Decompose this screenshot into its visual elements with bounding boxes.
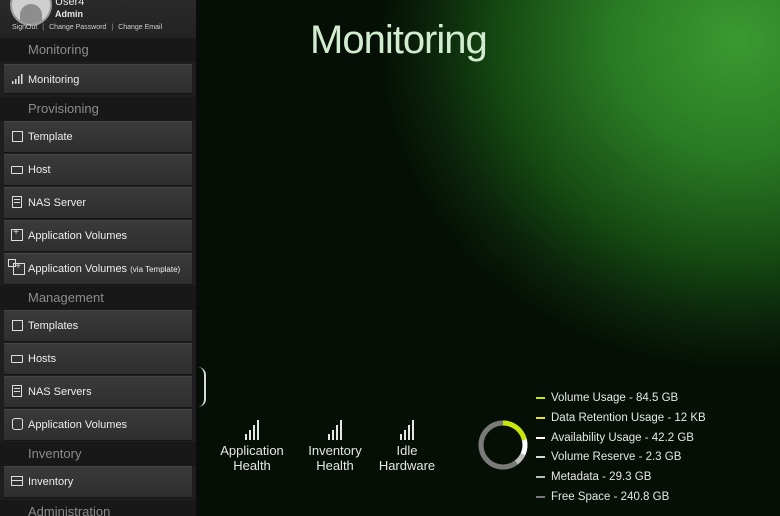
template-icon	[11, 319, 23, 331]
sidebar-item-application-volumes[interactable]: Application Volumes	[4, 220, 192, 252]
legend-swatch	[536, 416, 545, 419]
sidebar-item-label: Application Volumes (via Template)	[28, 263, 181, 275]
tile-label-2: Hardware	[378, 458, 436, 473]
sidebar-item-monitoring[interactable]: Monitoring	[4, 64, 192, 94]
template-icon	[11, 130, 23, 142]
signal-bars-icon	[218, 418, 286, 440]
user-role: Admin	[55, 9, 83, 19]
sidebar-item-hosts[interactable]: Hosts	[4, 343, 192, 375]
legend-swatch	[536, 456, 545, 459]
change-password-link[interactable]: Change Password	[49, 24, 106, 31]
page-title: Monitoring	[310, 18, 488, 62]
tile-label-1: Application	[220, 443, 284, 458]
section-monitoring: Monitoring	[0, 38, 196, 62]
sidebar-item-template[interactable]: Template	[4, 121, 192, 153]
tile-label-2: Health	[233, 458, 271, 473]
tile-application-health[interactable]: Application Health	[218, 418, 286, 473]
legend-swatch	[536, 436, 545, 439]
legend-label: Metadata - 29.3 GB	[551, 471, 652, 484]
legend-label: Free Space - 240.8 GB	[551, 490, 670, 503]
nas-server-icon	[11, 196, 23, 208]
signal-bars-icon	[376, 418, 438, 440]
sidebar-item-nas-server[interactable]: NAS Server	[4, 187, 192, 219]
donut-slice	[478, 420, 518, 470]
change-email-link[interactable]: Change Email	[118, 24, 162, 31]
sidebar-item-application-volumes-mgmt[interactable]: Application Volumes	[4, 409, 192, 441]
section-inventory: Inventory	[0, 442, 196, 466]
user-links: SignOut | Change Password | Change Email	[12, 24, 163, 31]
inventory-icon	[11, 475, 23, 487]
sidebar-item-label: Inventory	[28, 476, 74, 488]
legend-label: Volume Reserve - 2.3 GB	[551, 451, 682, 464]
legend-swatch	[536, 495, 545, 498]
database-icon	[11, 418, 23, 430]
section-management: Management	[0, 286, 196, 310]
sidebar-item-suffix: (via Template)	[130, 265, 181, 274]
sidebar-item-label: Template	[28, 131, 73, 143]
sidebar-item-inventory[interactable]: Inventory	[4, 466, 192, 498]
sidebar-item-host[interactable]: Host	[4, 154, 192, 186]
signout-link[interactable]: SignOut	[12, 24, 37, 31]
application-volumes-template-icon	[8, 259, 25, 275]
main-panel: Monitoring Application Health Inventory …	[198, 0, 780, 516]
sidebar-item-application-volumes-template[interactable]: Application Volumes (via Template)	[4, 253, 192, 285]
sidebar-item-label: NAS Server	[28, 197, 87, 209]
tile-idle-hardware[interactable]: Idle Hardware	[376, 418, 438, 473]
signal-bars-icon	[302, 418, 368, 440]
legend-swatch	[536, 397, 545, 399]
sidebar-item-nas-servers[interactable]: NAS Servers	[4, 376, 192, 408]
tile-label-1: Inventory	[308, 443, 362, 458]
user-name: User4	[55, 0, 85, 8]
signal-bars-icon	[11, 73, 23, 85]
sidebar-item-label: Hosts	[28, 353, 57, 365]
host-icon	[11, 352, 23, 364]
application-volumes-icon	[11, 227, 23, 241]
sidebar-item-label: NAS Servers	[28, 386, 92, 398]
section-provisioning: Provisioning	[0, 97, 196, 121]
sidebar: User4 Admin SignOut | Change Password | Chan…	[0, 0, 198, 516]
legend-swatch	[536, 476, 545, 479]
donut-slice	[502, 420, 527, 441]
host-icon	[11, 163, 23, 175]
collapse-handle[interactable]	[198, 367, 206, 407]
donut-slice	[514, 453, 525, 465]
sidebar-item-label: Templates	[28, 320, 79, 332]
tile-label-2: Health	[316, 458, 354, 473]
donut-slice	[520, 439, 528, 456]
user-panel: User4 Admin SignOut | Change Password | Chan…	[0, 0, 196, 40]
sidebar-item-label: Host	[28, 164, 51, 176]
legend-label: Data Retention Usage - 12 KB	[551, 411, 706, 424]
sidebar-item-label: Application Volumes	[28, 230, 128, 242]
sidebar-item-templates[interactable]: Templates	[4, 310, 192, 342]
section-administration: Administration	[0, 500, 196, 516]
legend-label: Volume Usage - 84.5 GB	[551, 392, 679, 404]
sidebar-item-label: Monitoring	[28, 74, 80, 86]
nas-server-icon	[11, 385, 23, 397]
tile-inventory-health[interactable]: Inventory Health	[302, 418, 368, 473]
legend-label: Availability Usage - 42.2 GB	[551, 431, 694, 444]
avatar	[10, 0, 52, 26]
tile-label-1: Idle	[396, 443, 418, 458]
sidebar-item-label: Application Volumes	[28, 419, 128, 431]
storage-donut-chart[interactable]	[476, 418, 530, 472]
